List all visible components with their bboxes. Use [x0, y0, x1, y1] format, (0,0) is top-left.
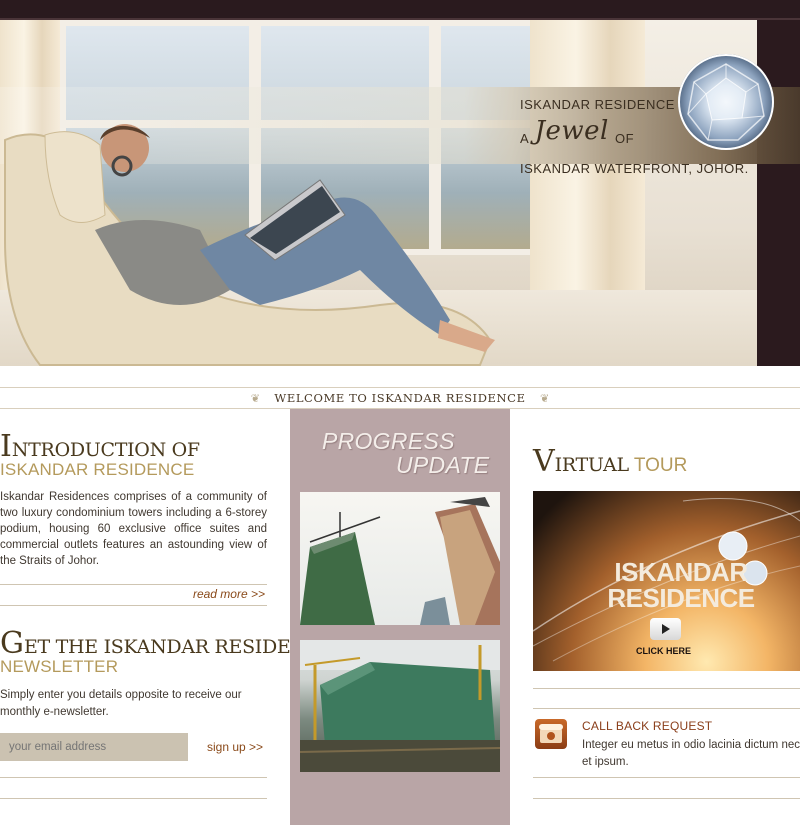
divider — [533, 798, 800, 799]
virtual-tour-banner-title: ISKANDAR RESIDENCE — [601, 559, 761, 611]
virtual-title-rest: IRTUAL — [554, 454, 629, 476]
read-more-link[interactable]: read more >> — [193, 587, 265, 601]
newsletter-title-rest: ET THE ISKANDAR RESIDENCE — [23, 636, 335, 658]
intro-title: INTRODUCTION OF — [0, 429, 200, 464]
hero-tagline-line3: ISKANDAR WATERFRONT, JOHOR. — [520, 161, 749, 176]
sign-up-link[interactable]: sign up >> — [207, 740, 263, 754]
diamond-graphic — [678, 54, 774, 150]
newsletter-heading: GET THE ISKANDAR RESIDENCE NEWSLETTER — [0, 626, 335, 677]
telephone-icon[interactable] — [535, 719, 567, 749]
hero-tagline-jewel: Jewel — [534, 116, 609, 146]
email-input[interactable] — [0, 733, 188, 761]
divider — [0, 777, 267, 778]
hero-tagline-line2: A Jewel OF — [520, 118, 635, 148]
top-bar — [0, 0, 800, 20]
divider — [533, 708, 800, 709]
welcome-strip: ❦ WELCOME TO ISKANDAR RESIDENCE ❦ — [0, 387, 800, 409]
play-icon[interactable] — [650, 618, 681, 640]
ornament-left-icon: ❦ — [250, 393, 260, 405]
welcome-text: WELCOME TO ISKANDAR RESIDENCE — [274, 391, 526, 405]
intro-title-rest: NTRODUCTION OF — [11, 439, 200, 461]
lounging-man-illustration — [4, 124, 495, 366]
towers-illustration — [300, 497, 500, 625]
click-here-label[interactable]: CLICK HERE — [636, 646, 691, 656]
progress-photo-site[interactable] — [300, 640, 500, 772]
intro-title-cap: I — [0, 429, 12, 464]
call-back-request-link[interactable]: CALL BACK REQUEST — [582, 719, 712, 733]
intro-body: Iskandar Residences comprises of a commu… — [0, 491, 267, 567]
banner-line2: RESIDENCE — [607, 583, 755, 613]
hero-tagline-a: A — [520, 131, 529, 146]
newsletter-body: Simply enter you details opposite to rec… — [0, 689, 242, 718]
hero-tagline-line1: ISKANDAR RESIDENCE — [520, 97, 675, 112]
intro-heading: INTRODUCTION OF ISKANDAR RESIDENCE — [0, 429, 200, 480]
construction-site-illustration — [300, 640, 500, 772]
progress-heading: PROGRESS UPDATE — [322, 429, 489, 477]
divider — [0, 605, 267, 606]
ornament-right-icon: ❦ — [540, 393, 550, 405]
call-back-text: Integer eu metus in odio lacinia dictum … — [582, 739, 800, 768]
progress-heading-line2: UPDATE — [396, 452, 490, 478]
banner-line1: ISKANDAR — [614, 557, 748, 587]
virtual-tour-heading: VIRTUAL TOUR — [533, 444, 687, 479]
divider — [533, 777, 800, 778]
progress-column: PROGRESS UPDATE — [290, 409, 510, 825]
diamond-facets — [687, 63, 765, 141]
hero-banner: ISKANDAR RESIDENCE A Jewel OF ISKANDAR W… — [0, 20, 800, 366]
progress-heading-line1: PROGRESS — [322, 428, 455, 454]
divider — [0, 798, 267, 799]
newsletter-title: GET THE ISKANDAR RESIDENCE — [0, 626, 335, 661]
intro-subtitle: ISKANDAR RESIDENCE — [0, 460, 195, 479]
divider — [533, 688, 800, 689]
hero-tagline-of: OF — [615, 131, 635, 146]
virtual-title-cap: V — [533, 444, 555, 479]
newsletter-title-cap: G — [0, 626, 24, 661]
telephone-glyph — [539, 724, 563, 743]
virtual-title-tour: TOUR — [633, 455, 688, 476]
virtual-tour-banner[interactable]: ISKANDAR RESIDENCE CLICK HERE — [533, 491, 800, 671]
divider — [0, 584, 267, 585]
progress-photo-towers[interactable] — [300, 492, 500, 625]
